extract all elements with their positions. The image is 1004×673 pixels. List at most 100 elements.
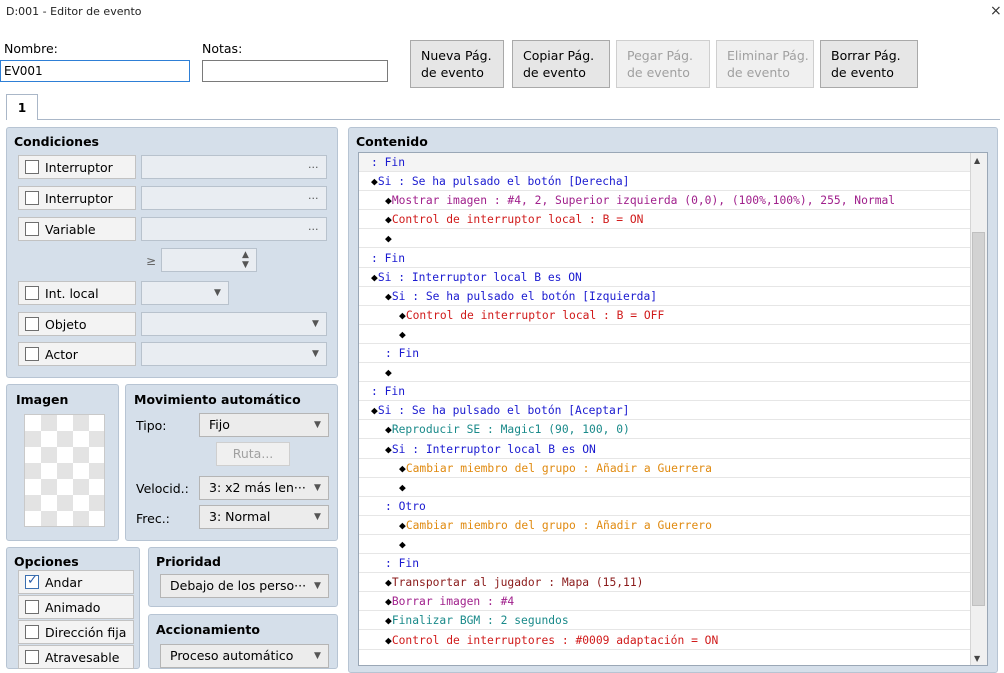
switch1-field[interactable]: ··· [141, 155, 327, 179]
command-text: Mostrar imagen : #4, 2, Superior izquier… [391, 194, 896, 208]
command-row[interactable]: ◆Mostrar imagen : #4, 2, Superior izquie… [359, 191, 971, 211]
name-input[interactable]: EV001 [0, 60, 190, 82]
actor-checkbox[interactable] [25, 347, 39, 361]
command-row[interactable]: : Fin [359, 554, 971, 574]
switch2-field[interactable]: ··· [141, 186, 327, 210]
command-row[interactable]: ◆Transportar al jugador : Mapa (15,11) [359, 573, 971, 593]
command-row[interactable]: ◆ [359, 535, 971, 554]
through-checkbox[interactable] [25, 650, 39, 664]
command-row[interactable]: : Fin [359, 249, 971, 268]
diamond-icon: ◆ [371, 270, 378, 284]
notes-label: Notas: [202, 41, 243, 56]
command-row[interactable]: ◆Reproducir SE : Magic1 (90, 100, 0) [359, 420, 971, 440]
switch1-toggle[interactable]: Interruptor [18, 155, 136, 179]
command-row[interactable]: ◆Cambiar miembro del grupo : Añadir a Gu… [359, 459, 971, 478]
command-row[interactable]: ◆Cambiar miembro del grupo : Añadir a Gu… [359, 516, 971, 535]
event-image-preview[interactable] [24, 414, 105, 527]
item-dropdown[interactable]: ▼ [141, 312, 327, 336]
speed-dropdown[interactable]: 3: x2 más len··· ▼ [199, 476, 329, 500]
walk-toggle[interactable]: Andar [18, 570, 134, 594]
item-checkbox[interactable] [25, 317, 39, 331]
self-switch-checkbox[interactable] [25, 286, 39, 300]
diamond-icon: ◆ [385, 442, 392, 456]
command-row[interactable]: ◆ [359, 325, 971, 344]
route-button[interactable]: Ruta... [216, 442, 290, 466]
trigger-dropdown[interactable]: Proceso automático ▼ [160, 644, 329, 668]
self-switch-toggle[interactable]: Int. local [18, 281, 136, 305]
new-page-button[interactable]: Nueva Pág. de evento [410, 40, 504, 88]
command-row[interactable]: ◆Si : Se ha pulsado el botón [Derecha] [359, 172, 971, 192]
variable-checkbox[interactable] [25, 222, 39, 236]
delete-page-button-label-1: Eliminar Pág. [727, 48, 809, 63]
walk-checkbox[interactable] [25, 573, 39, 589]
diamond-icon: ◆ [385, 289, 392, 303]
diamond-icon: ◆ [399, 308, 406, 322]
spin-up-icon[interactable]: ▲ [242, 250, 249, 260]
command-row[interactable]: : Otro [359, 497, 971, 516]
copy-page-button-label-2: de evento [523, 65, 586, 80]
switch2-label: Interruptor [45, 191, 113, 206]
item-toggle[interactable]: Objeto [18, 312, 136, 336]
command-row[interactable]: ◆Control de interruptor local : B = OFF [359, 306, 971, 325]
actor-toggle[interactable]: Actor [18, 342, 136, 366]
through-toggle[interactable]: Atravesable [18, 645, 134, 669]
event-command-list[interactable]: : Fin ◆Si : Se ha pulsado el botón [Derec… [358, 152, 988, 666]
clear-page-button[interactable]: Borrar Pág. de evento [820, 40, 918, 88]
direction-fix-checkbox[interactable] [25, 625, 39, 639]
ellipsis-icon[interactable]: ··· [308, 223, 319, 236]
tab-divider [38, 119, 1000, 120]
delete-page-button[interactable]: Eliminar Pág. de evento [716, 40, 814, 88]
command-row[interactable]: ◆Si : Se ha pulsado el botón [Aceptar] [359, 401, 971, 421]
scroll-down-icon[interactable]: ▼ [974, 654, 980, 663]
copy-page-button[interactable]: Copiar Pág. de evento [512, 40, 610, 88]
gte-symbol: ≥ [146, 254, 157, 268]
ellipsis-icon[interactable]: ··· [308, 161, 319, 174]
ellipsis-icon[interactable]: ··· [308, 192, 319, 205]
command-row[interactable]: ◆Control de interruptor local : B = ON [359, 210, 971, 230]
switch2-checkbox[interactable] [25, 191, 39, 205]
command-row[interactable]: ◆Si : Se ha pulsado el botón [Izquierda] [359, 287, 971, 306]
scrollbar-thumb[interactable] [972, 232, 985, 606]
actor-dropdown[interactable]: ▼ [141, 342, 327, 366]
frequency-dropdown[interactable]: 3: Normal ▼ [199, 505, 329, 529]
command-row[interactable]: ◆Finalizar BGM : 2 segundos [359, 611, 971, 631]
diamond-icon: ◆ [385, 576, 392, 590]
new-page-button-label-1: Nueva Pág. [421, 48, 492, 63]
variable-field[interactable]: ··· [141, 217, 327, 241]
switch1-checkbox[interactable] [25, 160, 39, 174]
diamond-icon: ◆ [371, 404, 378, 418]
command-row[interactable]: ◆Borrar imagen : #4 [359, 592, 971, 612]
command-row[interactable]: : Fin [359, 344, 971, 363]
variable-toggle[interactable]: Variable [18, 217, 136, 241]
stepping-checkbox[interactable] [25, 600, 39, 614]
command-text: Reproducir SE : Magic1 (90, 100, 0) [391, 423, 630, 437]
variable-value-spinner[interactable]: ▲ ▼ [161, 248, 257, 272]
spin-down-icon[interactable]: ▼ [242, 260, 249, 270]
command-row[interactable]: ◆Si : Interruptor local B es ON [359, 440, 971, 459]
command-row[interactable]: ◆ [359, 478, 971, 497]
notes-input[interactable] [202, 60, 388, 82]
command-row[interactable]: ◆ [359, 229, 971, 249]
contents-title: Contenido [356, 134, 428, 149]
copy-page-button-label-1: Copiar Pág. [523, 48, 595, 63]
command-row[interactable]: ◆Si : Interruptor local B es ON [359, 268, 971, 287]
direction-fix-toggle[interactable]: Dirección fija [18, 620, 134, 644]
speed-label: Velocid.: [136, 481, 189, 496]
command-row[interactable]: ◆Control de interruptores : #0009 adapta… [359, 631, 971, 650]
stepping-toggle[interactable]: Animado [18, 595, 134, 619]
stepping-label: Animado [45, 600, 101, 615]
close-icon[interactable]: × [990, 3, 1002, 19]
type-dropdown[interactable]: Fijo ▼ [199, 413, 329, 437]
command-text: Si : Se ha pulsado el botón [Derecha] [377, 175, 630, 189]
options-title: Opciones [14, 554, 79, 569]
paste-page-button[interactable]: Pegar Pág. de evento [616, 40, 710, 88]
command-row[interactable]: ◆ [359, 363, 971, 383]
tab-page-1[interactable]: 1 [6, 94, 38, 120]
command-row[interactable]: : Fin [359, 382, 971, 402]
self-switch-dropdown[interactable]: ▼ [141, 281, 229, 305]
switch2-toggle[interactable]: Interruptor [18, 186, 136, 210]
chevron-down-icon: ▼ [312, 349, 319, 359]
priority-dropdown[interactable]: Debajo de los perso··· ▼ [160, 574, 329, 598]
scroll-up-icon[interactable]: ▲ [974, 156, 980, 165]
command-row[interactable]: : Fin [359, 153, 971, 172]
